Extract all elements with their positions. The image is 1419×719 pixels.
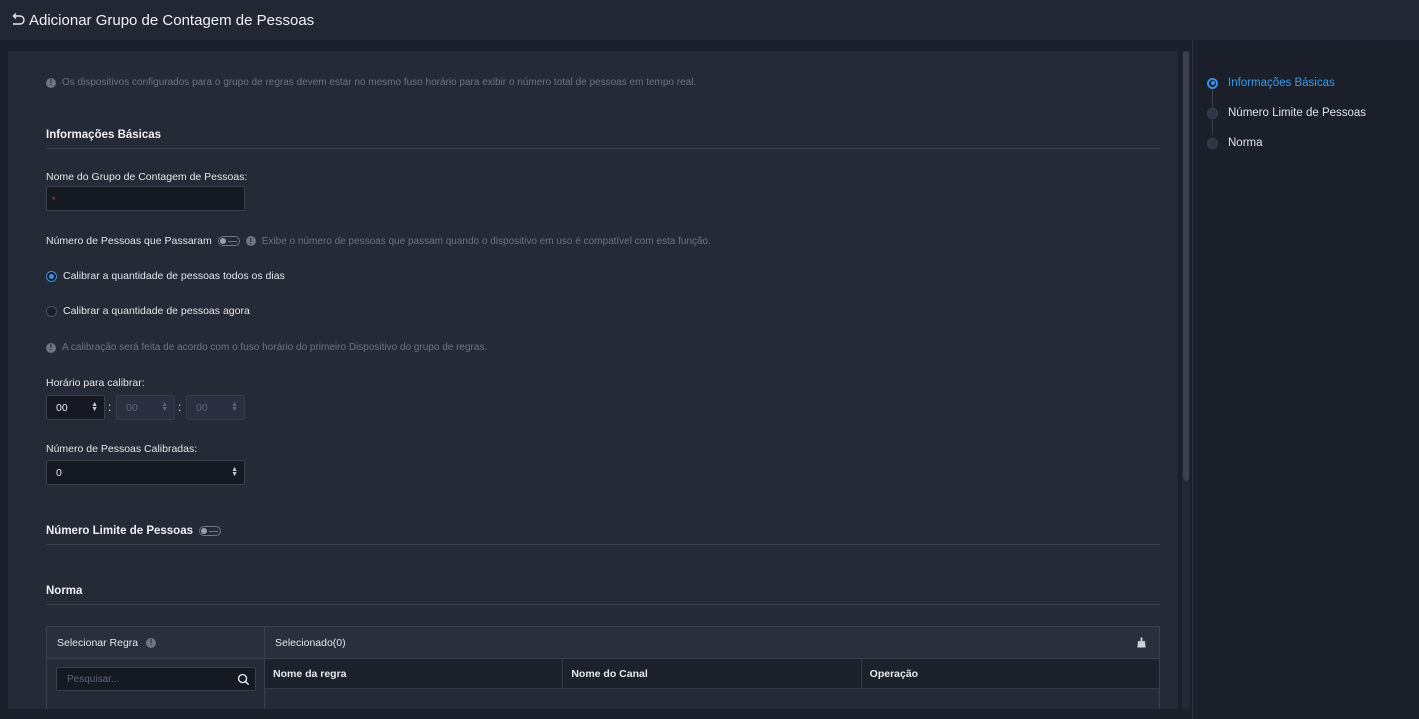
step-dot (1207, 137, 1218, 149)
stepper-arrows-icon[interactable]: ▲ ▼ (161, 401, 168, 413)
divider (46, 544, 1160, 545)
column-rule-name: Nome da regra (265, 659, 564, 688)
hour-stepper[interactable]: 00 ▲ ▼ (46, 395, 105, 420)
divider (46, 604, 1160, 605)
group-name-input[interactable]: * (46, 186, 245, 211)
second-value: 00 (196, 401, 208, 414)
time-colon: : (108, 400, 112, 414)
search-icon[interactable] (237, 673, 250, 686)
passed-count-toggle[interactable] (217, 236, 240, 246)
passed-count-row: Número de Pessoas que Passaram ! Exibe o… (46, 235, 711, 247)
column-channel-name: Nome do Canal (563, 659, 862, 688)
info-icon: ! (146, 637, 157, 648)
step-label: Informações Básicas (1228, 77, 1335, 89)
timezone-notice: ! Os dispositivos configurados para o gr… (46, 77, 696, 88)
step-label: Norma (1228, 137, 1263, 149)
rule-select-panel: Selecionar Regra ! Pesquisar... (46, 626, 265, 709)
info-icon: ! (46, 342, 56, 353)
stepper-arrows-icon[interactable]: ▲ ▼ (231, 401, 238, 413)
time-colon: : (178, 400, 182, 414)
second-stepper[interactable]: 00 ▲ ▼ (186, 395, 245, 420)
rule-select-header: Selecionar Regra ! (47, 627, 264, 659)
table-header: Nome da regra Nome do Canal Operação (265, 659, 1159, 689)
back-arrow-icon (12, 13, 25, 25)
minute-stepper[interactable]: 00 ▲ ▼ (116, 395, 175, 420)
stepper-arrows-icon[interactable]: ▲ ▼ (91, 401, 98, 413)
radio-daily-button[interactable] (46, 270, 57, 282)
info-icon: ! (245, 236, 256, 246)
top-bar: Adicionar Grupo de Contagem de Pessoas (0, 0, 1419, 40)
page-title: Adicionar Grupo de Contagem de Pessoas (29, 11, 315, 29)
step-rule[interactable]: Norma (1207, 128, 1366, 158)
timezone-notice-text: Os dispositivos configurados para o grup… (62, 77, 697, 88)
required-marker: * (52, 195, 56, 205)
hour-value: 00 (56, 401, 68, 414)
radio-now-button[interactable] (46, 305, 57, 317)
selected-rules-header: Selecionado(0) (265, 627, 1159, 659)
step-basic-info[interactable]: Informações Básicas (1207, 68, 1366, 98)
section-limit-title: Número Limite de Pessoas (46, 525, 193, 537)
divider (1192, 40, 1193, 719)
clear-broom-icon[interactable] (1136, 637, 1147, 648)
limit-section-header: Número Limite de Pessoas (46, 525, 221, 537)
radio-now[interactable]: Calibrar a quantidade de pessoas agora (46, 305, 250, 317)
step-navigation: Informações Básicas Número Limite de Pes… (1207, 68, 1366, 158)
calibration-notice-text: A calibração será feita de acordo com o … (62, 342, 488, 353)
calibrated-count-stepper[interactable]: 0 ▲ ▼ (46, 460, 245, 485)
info-icon: ! (46, 77, 56, 88)
passed-count-label: Número de Pessoas que Passaram (46, 235, 212, 247)
passed-count-info: Exibe o número de pessoas que passam qua… (261, 235, 711, 247)
radio-daily[interactable]: Calibrar a quantidade de pessoas todos o… (46, 270, 285, 282)
step-people-limit[interactable]: Número Limite de Pessoas (1207, 98, 1366, 128)
rule-search-input[interactable]: Pesquisar... (56, 667, 256, 691)
divider (46, 148, 1160, 149)
radio-now-label: Calibrar a quantidade de pessoas agora (63, 305, 250, 317)
select-rule-label: Selecionar Regra (57, 636, 139, 649)
form-scrollbar[interactable] (1182, 51, 1190, 709)
section-basic-info-title: Informações Básicas (46, 129, 162, 141)
step-dot (1207, 107, 1218, 119)
back-button[interactable]: Adicionar Grupo de Contagem de Pessoas (10, 12, 314, 29)
form-panel: ! Os dispositivos configurados para o gr… (8, 51, 1178, 709)
selected-count-label: Selecionado(0) (275, 636, 346, 649)
group-name-label: Nome do Grupo de Contagem de Pessoas: (46, 171, 248, 183)
step-label: Número Limite de Pessoas (1228, 107, 1367, 119)
calibrated-count-value: 0 (56, 466, 62, 479)
step-dot (1207, 77, 1218, 89)
stepper-arrows-icon[interactable]: ▲ ▼ (231, 466, 238, 478)
selected-rules-panel: Selecionado(0) Nome da regra Nome do Can… (265, 626, 1160, 709)
column-operation: Operação (869, 667, 919, 680)
section-rule-title: Norma (46, 585, 83, 597)
search-placeholder: Pesquisar... (67, 674, 120, 685)
calibrated-count-label: Número de Pessoas Calibradas: (46, 443, 198, 455)
minute-value: 00 (126, 401, 138, 414)
calibration-notice: ! A calibração será feita de acordo com … (46, 342, 487, 353)
calibration-time-label: Horário para calibrar: (46, 377, 145, 389)
radio-daily-label: Calibrar a quantidade de pessoas todos o… (63, 270, 285, 282)
limit-toggle[interactable] (199, 526, 221, 536)
scrollbar-thumb[interactable] (1183, 51, 1189, 481)
